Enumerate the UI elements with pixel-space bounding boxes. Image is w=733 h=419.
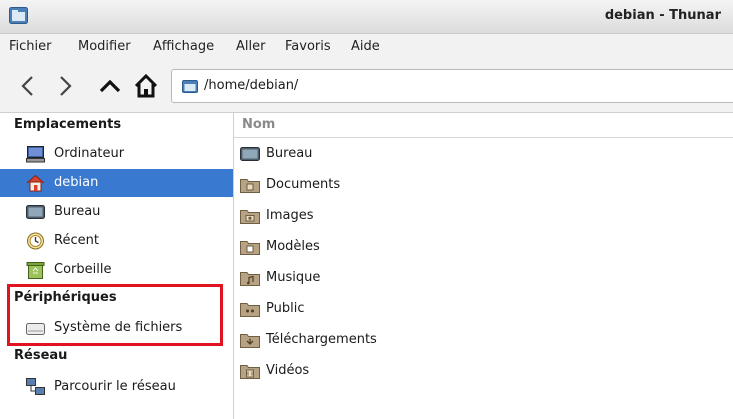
location-path: /home/debian/	[204, 78, 299, 93]
public-folder-icon	[240, 303, 260, 317]
file-name: Modèles	[266, 239, 320, 254]
back-arrow-icon	[21, 76, 33, 96]
title-bar: debian - Thunar	[0, 0, 733, 34]
file-row-public[interactable]: Public	[234, 295, 733, 323]
column-header-label: Nom	[242, 117, 276, 132]
menu-help[interactable]: Aide	[351, 39, 380, 54]
location-bar[interactable]: /home/debian/	[171, 69, 733, 103]
file-row-bureau[interactable]: Bureau	[234, 140, 733, 168]
parent-folder-button[interactable]	[98, 72, 122, 100]
file-name: Public	[266, 301, 305, 316]
file-name: Vidéos	[266, 363, 310, 378]
file-name: Musique	[266, 270, 321, 285]
sidebar-item-label: Récent	[54, 233, 99, 248]
window-title: debian - Thunar	[604, 8, 721, 23]
file-row-downloads[interactable]: Téléchargements	[234, 326, 733, 354]
home-button[interactable]	[133, 72, 158, 100]
desktop-folder-icon	[240, 147, 260, 161]
menu-bar: Fichier Modifier Affichage Aller Favoris…	[0, 34, 733, 60]
highlight-annotation	[7, 284, 223, 346]
network-icon	[26, 378, 45, 395]
music-folder-icon	[240, 272, 260, 286]
home-icon	[26, 174, 45, 192]
file-list: Nom Bureau Documents Images Modèles Musi…	[234, 113, 733, 419]
sidebar-item-label: Ordinateur	[54, 146, 125, 161]
file-row-documents[interactable]: Documents	[234, 171, 733, 199]
sidebar-item-recent[interactable]: Récent	[0, 227, 233, 255]
sidebar-header-network: Réseau	[14, 348, 68, 363]
menu-file[interactable]: Fichier	[9, 39, 52, 54]
column-header-name[interactable]: Nom	[234, 113, 733, 138]
downloads-folder-icon	[240, 334, 260, 348]
forward-arrow-icon	[60, 76, 72, 96]
forward-button[interactable]	[53, 72, 77, 100]
file-name: Images	[266, 208, 314, 223]
file-row-videos[interactable]: Vidéos	[234, 357, 733, 385]
file-manager-icon	[9, 7, 28, 24]
file-row-images[interactable]: Images	[234, 202, 733, 230]
menu-view[interactable]: Affichage	[153, 39, 214, 54]
menu-edit[interactable]: Modifier	[78, 39, 131, 54]
file-row-music[interactable]: Musique	[234, 264, 733, 292]
menu-go[interactable]: Aller	[236, 39, 265, 54]
sidebar-item-computer[interactable]: Ordinateur	[0, 140, 233, 168]
sidebar-item-desktop[interactable]: Bureau	[0, 198, 233, 226]
sidebar-item-debian[interactable]: debian	[0, 169, 233, 197]
sidebar-item-label: Corbeille	[54, 262, 112, 277]
sidebar-item-label: Bureau	[54, 204, 101, 219]
documents-folder-icon	[240, 179, 260, 193]
sidebar-item-label: Parcourir le réseau	[54, 379, 176, 394]
sidebar-item-label: debian	[54, 175, 99, 190]
trash-icon	[26, 262, 45, 279]
file-name: Bureau	[266, 146, 313, 161]
computer-icon	[26, 146, 45, 163]
sidebar: Emplacements Ordinateur debian Bureau Ré…	[0, 113, 234, 419]
desktop-icon	[26, 205, 45, 219]
file-row-templates[interactable]: Modèles	[234, 233, 733, 261]
up-arrow-icon	[99, 79, 121, 93]
menu-bookmarks[interactable]: Favoris	[285, 39, 331, 54]
videos-folder-icon	[240, 365, 260, 379]
pictures-folder-icon	[240, 210, 260, 224]
clock-icon	[27, 232, 44, 250]
back-button[interactable]	[16, 72, 40, 100]
home-icon	[134, 73, 158, 98]
file-name: Téléchargements	[266, 332, 377, 347]
sidebar-item-trash[interactable]: Corbeille	[0, 256, 233, 284]
file-name: Documents	[266, 177, 341, 192]
sidebar-item-browse-network[interactable]: Parcourir le réseau	[0, 373, 233, 401]
templates-folder-icon	[240, 241, 260, 255]
home-folder-icon	[182, 80, 198, 93]
sidebar-header-places: Emplacements	[14, 117, 122, 132]
